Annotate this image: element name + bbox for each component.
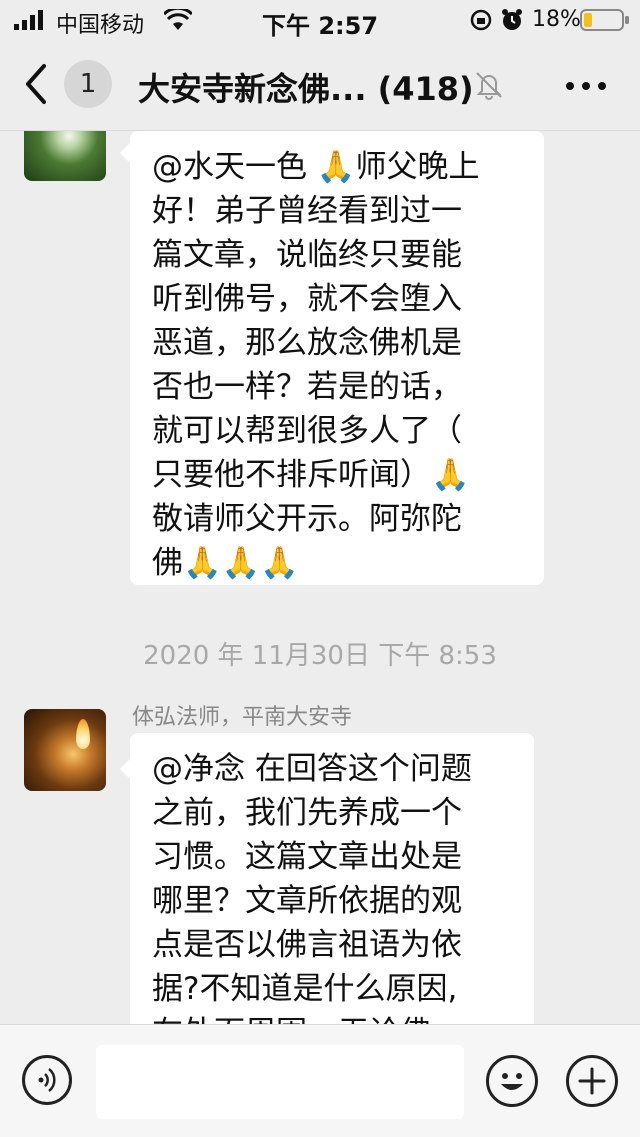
message-line: @水天一色 🙏师父晚上 (152, 149, 480, 185)
message-line: 点是否以佛言祖语为依 (152, 927, 462, 963)
sender-avatar[interactable] (24, 709, 106, 791)
message-line: 据?不知道是什么原因, (152, 971, 458, 1007)
message-line: 敬请师父开示。阿弥陀 (152, 501, 462, 537)
status-bar: 中国移动 下午 2:57 18% (0, 0, 640, 40)
plus-icon (578, 1067, 606, 1095)
battery-icon (580, 9, 629, 31)
message-bubble[interactable]: @净念 在回答这个问题 之前，我们先养成一个 习惯。这篇文章出处是 哪里？文章所… (120, 733, 534, 1024)
candle-flame (76, 719, 90, 749)
message-line: 否也一样？若是的话， (152, 369, 462, 405)
message-bubble[interactable]: @水天一色 🙏师父晚上 好！弟子曾经看到过一 篇文章，说临终只要能 听到佛号，就… (120, 131, 544, 585)
message-line: 哪里？文章所依据的观 (152, 883, 462, 919)
message-line: 之前，我们先养成一个 (152, 795, 462, 831)
message-line: 篇文章，说临终只要能 (152, 237, 462, 273)
message-line: 就可以帮到很多人了（ (152, 413, 462, 449)
message-line: 只要他不排斥听闻）🙏 (152, 457, 470, 493)
plus-button[interactable] (566, 1055, 618, 1107)
unread-count-badge[interactable]: 1 (64, 60, 112, 108)
alarm-icon (502, 9, 522, 30)
message-line: 习惯。这篇文章出处是 (152, 839, 462, 875)
emoji-icon (501, 1073, 523, 1090)
message-input[interactable] (96, 1045, 464, 1119)
input-bar (0, 1024, 640, 1137)
voice-icon (38, 1068, 56, 1092)
back-button[interactable] (20, 62, 60, 106)
message-line: 佛🙏🙏🙏 (152, 545, 299, 581)
bell-off-icon (476, 72, 502, 100)
rotation-lock-icon (470, 9, 492, 31)
message-list[interactable]: @水天一色 🙏师父晚上 好！弟子曾经看到过一 篇文章，说临终只要能 听到佛号，就… (0, 131, 640, 1024)
message-line: 好！弟子曾经看到过一 (152, 193, 462, 229)
message-line: 恶道，那么放念佛机是 (152, 325, 462, 361)
more-dots-icon[interactable] (562, 70, 610, 100)
voice-button[interactable] (22, 1055, 72, 1105)
emoji-button[interactable] (486, 1055, 538, 1107)
message-line: 听到佛号，就不会堕入 (152, 281, 462, 317)
battery-percentage: 18% (532, 7, 581, 32)
message-timestamp: 2020 年 11月30日 下午 8:53 (143, 641, 497, 671)
chevron-left-icon (26, 64, 46, 104)
message-line: 在外面周围，无论佛 (152, 1011, 512, 1024)
message-line: @净念 在回答这个问题 (152, 751, 472, 787)
sender-avatar[interactable] (24, 131, 106, 181)
chat-title[interactable]: 大安寺新念佛... (418) (138, 64, 474, 110)
sender-name: 体弘法师，平南大安寺 (132, 705, 353, 730)
chat-header: 1 大安寺新念佛... (418) (0, 40, 640, 131)
